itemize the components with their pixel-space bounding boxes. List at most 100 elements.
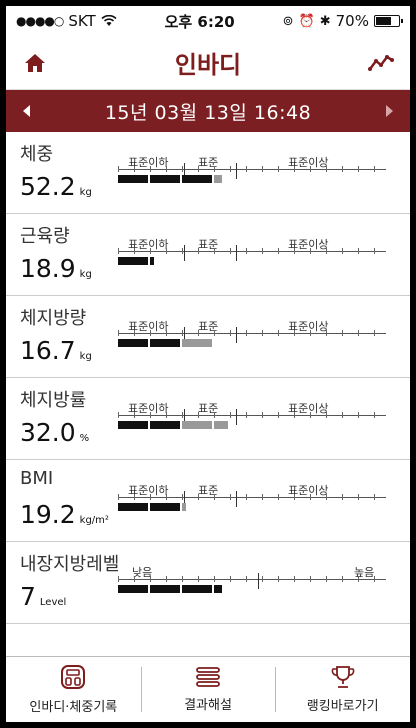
scale-labels: 표준이하 표준 표준이상 (118, 236, 386, 252)
scale-tick (262, 248, 263, 254)
metric-unit: kg (79, 187, 92, 198)
scale-labels: 낮음 높음 (118, 564, 386, 580)
scale-divider (236, 409, 237, 425)
stacked-lines-icon (196, 667, 220, 687)
scale-tick (182, 412, 183, 418)
triangle-left-icon[interactable] (18, 96, 36, 126)
bar-segment-black (214, 585, 222, 593)
metric-value: 52.2 kg (20, 172, 92, 201)
scale-tick (134, 494, 135, 500)
metric-name: 체지방량 (20, 308, 87, 329)
scale-tick (182, 330, 183, 336)
scale-tick (182, 576, 183, 582)
scale-tick (166, 412, 167, 418)
metric-bar (118, 421, 230, 429)
metric-number: 7 (20, 582, 36, 611)
scale-tick (374, 494, 375, 500)
scale-tick (150, 248, 151, 254)
bar-segment-black (118, 175, 148, 183)
scale-divider (236, 327, 237, 343)
metric-unit: kg/m² (79, 515, 109, 526)
battery-icon (373, 15, 403, 27)
tab-result-analysis[interactable]: 결과해설 (140, 657, 276, 722)
metric-row: 체중 52.2 kg 표준이하 표준 표준이상 (6, 132, 410, 214)
metric-value: 32.0% (20, 418, 89, 447)
metric-value: 19.2 kg/m² (20, 500, 109, 529)
scale-tick (118, 494, 119, 500)
trophy-icon (331, 666, 354, 688)
bar-segment-gray (214, 421, 228, 429)
scale-axis (118, 579, 386, 580)
scale-tick (150, 166, 151, 172)
metric-scale: 표준이하 표준 표준이상 (118, 400, 386, 450)
scale-tick (342, 412, 343, 418)
metric-row: BMI 19.2 kg/m² 표준이하 표준 표준이상 (6, 460, 410, 542)
scale-tick (262, 166, 263, 172)
scale-tick (278, 248, 279, 254)
metric-bar (118, 339, 214, 347)
scale-tick (246, 330, 247, 336)
scale-axis (118, 169, 386, 170)
scale-tick (182, 166, 183, 172)
home-icon[interactable] (20, 48, 50, 78)
scale-tick (358, 166, 359, 172)
metric-name: BMI (20, 468, 54, 489)
battery-percent: 70% (335, 12, 369, 30)
scale-tick (294, 166, 295, 172)
metric-row: 근육량 18.9 kg 표준이하 표준 표준이상 (6, 214, 410, 296)
scale-tick (166, 576, 167, 582)
scale-tick (118, 248, 119, 254)
bar-segment-black (118, 585, 148, 593)
scale-tick (214, 166, 215, 172)
metric-name: 근육량 (20, 226, 70, 247)
scale-tick (134, 166, 135, 172)
scale-tick (214, 248, 215, 254)
metric-number: 32.0 (20, 418, 76, 447)
scale-tick (310, 412, 311, 418)
status-left: ●●●●○ SKT (16, 12, 117, 30)
carrier-name: SKT (68, 12, 96, 30)
metric-list: 체중 52.2 kg 표준이하 표준 표준이상 근육량 18.9 kg 표준이하 표준 표준이상 체지방… (6, 132, 410, 624)
scale-labels: 표준이하 표준 표준이상 (118, 318, 386, 334)
scale-tick (358, 576, 359, 582)
scale-tick (278, 576, 279, 582)
scale-label: 표준 (198, 156, 219, 169)
scale-axis (118, 333, 386, 334)
trend-chart-icon[interactable] (366, 48, 396, 78)
scale-divider (236, 163, 237, 179)
triangle-right-icon[interactable] (380, 96, 398, 126)
scale-tick (342, 166, 343, 172)
scale-tick (166, 166, 167, 172)
scale-tick (134, 576, 135, 582)
scale-tick (166, 330, 167, 336)
scale-tick (294, 248, 295, 254)
metric-number: 19.2 (20, 500, 76, 529)
metric-unit: % (79, 433, 90, 444)
scale-tick (230, 248, 231, 254)
metric-name: 내장지방레벨 (20, 554, 120, 575)
scale-tick (358, 248, 359, 254)
scale-tick (214, 412, 215, 418)
scale-divider (184, 245, 185, 261)
scale-tick (310, 494, 311, 500)
bar-segment-black (150, 503, 180, 511)
scale-labels: 표준이하 표준 표준이상 (118, 400, 386, 416)
scale-tick (358, 412, 359, 418)
metric-value: 18.9 kg (20, 254, 92, 283)
bar-segment-black (150, 175, 180, 183)
signal-dots-icon: ●●●●○ (16, 14, 64, 28)
tab-ranking-shortcut[interactable]: 랭킹바로가기 (275, 657, 410, 722)
tab-inbody-weight-record[interactable]: 인바디·체중기록 (6, 657, 141, 722)
scale-tick (262, 494, 263, 500)
scale-tick (246, 166, 247, 172)
metric-number: 16.7 (20, 336, 76, 365)
metric-scale: 낮음 높음 (118, 564, 386, 614)
bar-segment-black (182, 585, 212, 593)
metric-bar (118, 503, 188, 511)
scale-label: 표준 (198, 320, 219, 333)
scale-tick (134, 248, 135, 254)
scale-tick (246, 248, 247, 254)
scale-tick (118, 330, 119, 336)
scale-tick (214, 576, 215, 582)
scale-tick (278, 494, 279, 500)
